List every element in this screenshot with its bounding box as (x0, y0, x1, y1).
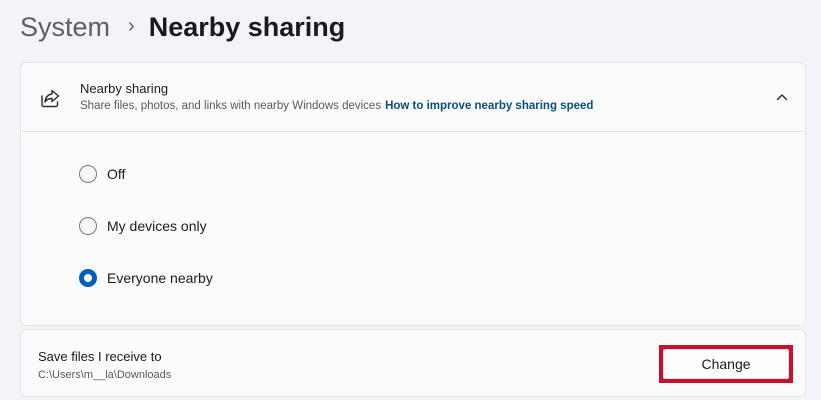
page-title: Nearby sharing (148, 12, 346, 42)
radio-label-my-devices: My devices only (107, 218, 207, 234)
improve-speed-link[interactable]: How to improve nearby sharing speed (385, 100, 593, 112)
chevron-up-icon[interactable] (775, 90, 789, 104)
change-button-highlight: Change (659, 345, 793, 383)
radio-option-everyone[interactable]: Everyone nearby (79, 269, 213, 287)
radio-my-devices[interactable] (79, 217, 97, 235)
save-location-card: Save files I receive to C:\Users\m__la\D… (20, 329, 806, 397)
nearby-sharing-description: Share files, photos, and links with near… (80, 100, 593, 112)
radio-label-everyone: Everyone nearby (107, 270, 213, 286)
breadcrumb: System › Nearby sharing (20, 8, 345, 46)
radio-everyone[interactable] (79, 269, 97, 287)
breadcrumb-system[interactable]: System (20, 8, 110, 46)
radio-label-off: Off (107, 166, 126, 182)
radio-option-off[interactable]: Off (79, 165, 125, 183)
nearby-sharing-card: Nearby sharing Share files, photos, and … (20, 62, 806, 326)
share-icon (41, 89, 60, 108)
nearby-sharing-title: Nearby sharing (80, 81, 169, 96)
nearby-sharing-subtitle: Share files, photos, and links with near… (80, 100, 382, 112)
breadcrumb-separator-icon: › (128, 15, 135, 37)
save-location-title: Save files I receive to (38, 349, 162, 364)
save-location-path: C:\Users\m__la\Downloads (38, 369, 172, 381)
radio-option-my-devices[interactable]: My devices only (79, 217, 207, 235)
radio-off[interactable] (79, 165, 97, 183)
change-button[interactable]: Change (663, 349, 789, 379)
nearby-sharing-header[interactable]: Nearby sharing Share files, photos, and … (21, 63, 805, 132)
